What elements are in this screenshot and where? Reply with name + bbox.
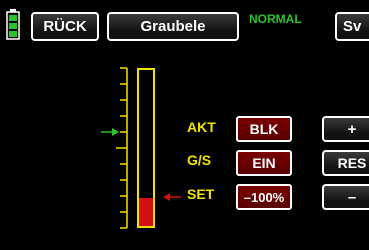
sv-button[interactable]: Sv bbox=[335, 12, 369, 41]
set-label: SET bbox=[187, 186, 215, 202]
increment-button[interactable]: + bbox=[322, 116, 369, 142]
back-button[interactable]: RÜCK bbox=[31, 12, 99, 41]
decrement-button[interactable]: – bbox=[322, 184, 369, 210]
gs-value-button[interactable]: EIN bbox=[236, 150, 292, 176]
model-name-button[interactable]: Graubele bbox=[107, 12, 239, 41]
battery-icon bbox=[6, 9, 20, 40]
gauge-bar bbox=[137, 68, 155, 228]
gs-label: G/S bbox=[187, 152, 212, 168]
flight-mode-label: NORMAL bbox=[249, 12, 302, 26]
set-level-fill bbox=[139, 197, 153, 226]
scale-ticks bbox=[116, 67, 128, 229]
reset-button[interactable]: RES bbox=[322, 150, 369, 176]
akt-label: AKT bbox=[187, 119, 216, 135]
arrow-right-icon bbox=[101, 128, 119, 136]
arrow-left-icon bbox=[163, 193, 181, 201]
set-value-button[interactable]: –100% bbox=[236, 184, 292, 210]
akt-value-button[interactable]: BLK bbox=[236, 116, 292, 142]
